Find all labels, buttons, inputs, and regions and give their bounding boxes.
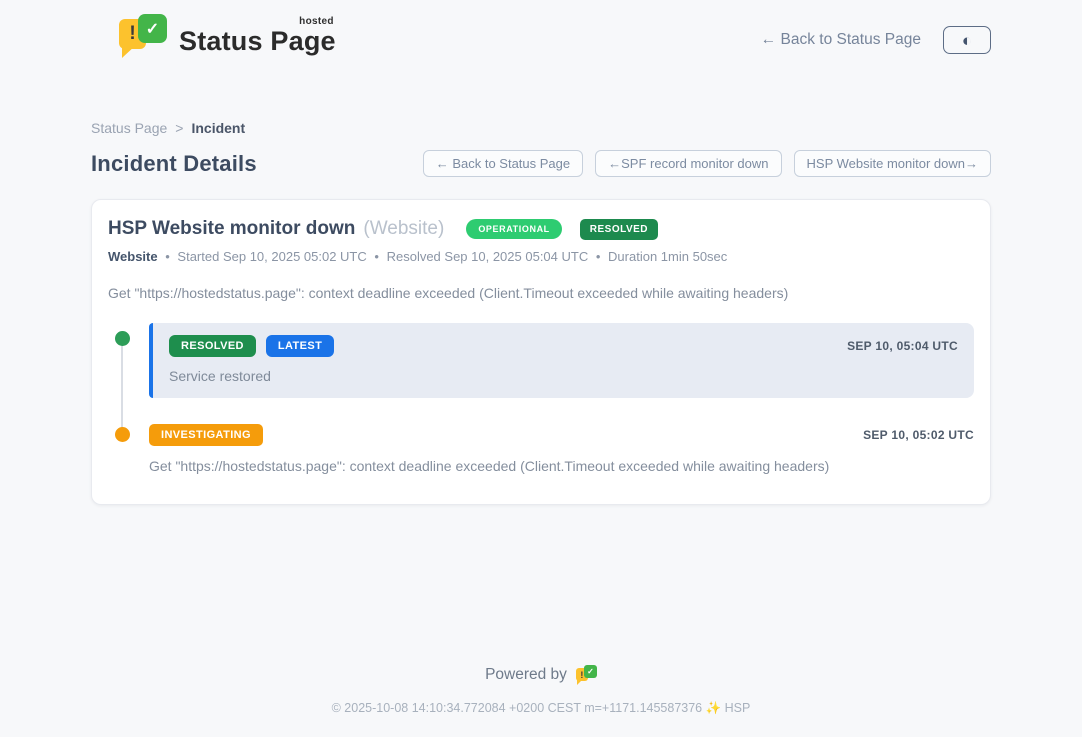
incident-nav-buttons: ← Back to Status Page ←SPF record monito… <box>423 150 991 177</box>
checkmark-icon: ✓ <box>138 14 167 43</box>
resolved-status-badge: RESOLVED <box>580 219 658 240</box>
incident-description: Get "https://hostedstatus.page": context… <box>108 285 974 301</box>
meta-separator: • <box>165 249 170 264</box>
timeline-entry-header: INVESTIGATING SEP 10, 05:02 UTC <box>149 424 974 446</box>
breadcrumb-current: Incident <box>191 120 245 136</box>
breadcrumb-separator: > <box>175 120 183 136</box>
timeline-entry-header: RESOLVED LATEST SEP 10, 05:04 UTC <box>169 335 958 357</box>
investigating-badge: INVESTIGATING <box>149 424 263 446</box>
timeline-message: Service restored <box>169 368 958 384</box>
timeline-entry-investigating: INVESTIGATING SEP 10, 05:02 UTC Get "htt… <box>149 424 974 474</box>
timeline-timestamp: SEP 10, 05:02 UTC <box>863 428 974 442</box>
timeline-badges: RESOLVED LATEST <box>169 335 334 357</box>
incident-component-label: (Website) <box>363 218 444 240</box>
theme-toggle-button[interactable]: ◐ <box>943 26 991 54</box>
latest-badge: LATEST <box>266 335 334 357</box>
half-circle-icon: ◐ <box>962 32 972 49</box>
footer-logo-icon: ! ✓ <box>576 665 597 685</box>
previous-incident-button[interactable]: ←SPF record monitor down <box>595 150 781 177</box>
powered-by-link[interactable]: Powered by ! ✓ <box>0 665 1082 685</box>
resolved-badge: RESOLVED <box>169 335 256 357</box>
powered-by-label: Powered by <box>485 666 567 684</box>
brand-logo[interactable]: ! ✓ hosted Status Page <box>119 14 336 58</box>
exclamation-glyph: ! <box>580 670 583 680</box>
header-actions: ← Back to Status Page ◐ <box>761 26 991 54</box>
investigating-dot-icon <box>115 427 130 442</box>
brand-text: hosted Status Page <box>179 16 336 57</box>
timeline-message: Get "https://hostedstatus.page": context… <box>149 458 974 474</box>
meta-separator: • <box>596 249 601 264</box>
brand-name: Status Page <box>179 26 336 57</box>
timeline-entry-latest: RESOLVED LATEST SEP 10, 05:04 UTC Servic… <box>149 323 974 398</box>
timeline-badges: INVESTIGATING <box>149 424 263 446</box>
brand-logo-icon: ! ✓ <box>119 14 167 58</box>
next-incident-button[interactable]: HSP Website monitor down→ <box>794 150 991 177</box>
footer: Powered by ! ✓ © 2025-10-08 14:10:34.772… <box>0 665 1082 716</box>
header-back-link[interactable]: ← Back to Status Page <box>761 31 921 49</box>
title-row: Incident Details ← Back to Status Page ←… <box>91 150 991 177</box>
checkmark-glyph: ✓ <box>587 667 594 676</box>
copyright-text: © 2025-10-08 14:10:34.772084 +0200 CEST … <box>0 701 1082 716</box>
breadcrumb-root[interactable]: Status Page <box>91 120 167 136</box>
timeline-highlight-box: RESOLVED LATEST SEP 10, 05:04 UTC Servic… <box>149 323 974 398</box>
main-content: Status Page > Incident Incident Details … <box>91 120 991 505</box>
exclamation-glyph: ! <box>129 23 135 45</box>
meta-separator: • <box>374 249 379 264</box>
meta-component: Website <box>108 249 158 264</box>
meta-resolved: Resolved Sep 10, 2025 05:04 UTC <box>387 249 589 264</box>
timeline-timestamp: SEP 10, 05:04 UTC <box>847 339 958 353</box>
incident-meta: Website • Started Sep 10, 2025 05:02 UTC… <box>108 249 974 264</box>
page-title: Incident Details <box>91 151 257 177</box>
incident-timeline: RESOLVED LATEST SEP 10, 05:04 UTC Servic… <box>108 323 974 474</box>
checkmark-glyph: ✓ <box>146 19 159 39</box>
incident-card: HSP Website monitor down (Website) OPERA… <box>91 199 991 505</box>
breadcrumb: Status Page > Incident <box>91 120 991 136</box>
timeline-gap <box>149 398 974 424</box>
meta-duration: Duration 1min 50sec <box>608 249 727 264</box>
resolved-dot-icon <box>115 331 130 346</box>
timeline-connector-line <box>121 339 123 429</box>
incident-title: HSP Website monitor down <box>108 218 355 240</box>
header: ! ✓ hosted Status Page ← Back to Status … <box>91 0 991 58</box>
checkmark-icon: ✓ <box>584 665 597 678</box>
incident-title-row: HSP Website monitor down (Website) OPERA… <box>108 218 974 240</box>
back-to-status-page-button[interactable]: ← Back to Status Page <box>423 150 583 177</box>
operational-status-badge: OPERATIONAL <box>466 219 561 239</box>
meta-started: Started Sep 10, 2025 05:02 UTC <box>177 249 366 264</box>
